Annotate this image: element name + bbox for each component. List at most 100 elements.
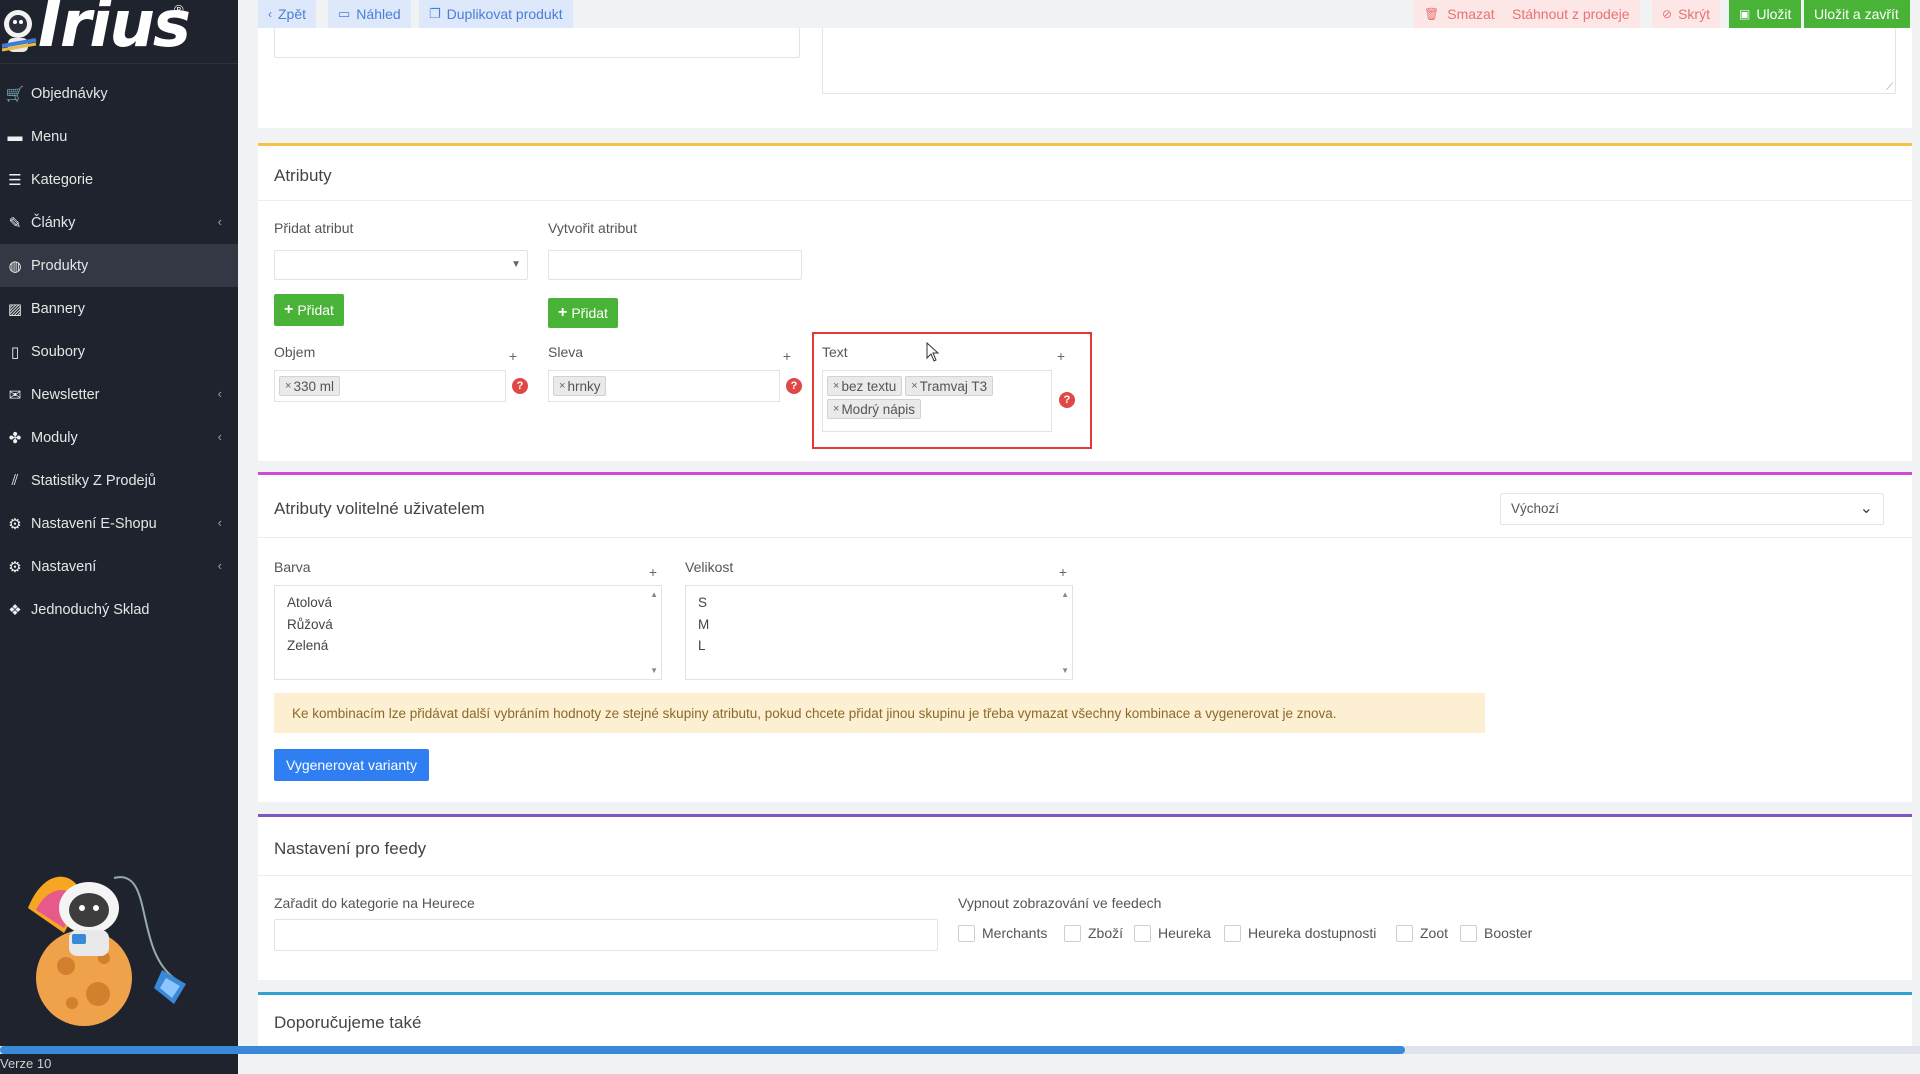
chevron-left-icon: ‹ xyxy=(217,386,222,401)
logo-text: Irius xyxy=(38,0,191,62)
sidebar-item-moduly[interactable]: ✤ Moduly ‹ xyxy=(0,416,238,459)
sidebar-item-nastavení-e-shopu[interactable]: ⚙ Nastavení E-Shopu ‹ xyxy=(0,502,238,545)
plus-icon: + xyxy=(284,301,294,318)
help-icon[interactable]: ? xyxy=(1059,392,1075,408)
heureka-availability-checkbox[interactable] xyxy=(1224,925,1241,942)
text-tag-input[interactable]: × bez textu × Tramvaj T3 × Modrý nápis xyxy=(822,370,1052,432)
sidebar-nav: 🛒 Objednávky ▬ Menu ☰ Kategorie ✎ Články ‹ ◍ Produ… xyxy=(0,72,238,631)
add-text-value-plus-icon[interactable]: + xyxy=(1052,347,1070,365)
merchants-checkbox[interactable] xyxy=(958,925,975,942)
chevron-down-icon: ⌄ xyxy=(1859,500,1873,517)
user-attributes-title: Atributy volitelné uživatelem xyxy=(274,499,485,518)
sidebar-item-soubory[interactable]: ▯ Soubory xyxy=(0,330,238,373)
attribute-group-label-text: Text xyxy=(822,344,848,360)
sidebar-item-nastavení[interactable]: ⚙ Nastavení ‹ xyxy=(0,545,238,588)
list-item[interactable]: L xyxy=(686,635,1072,657)
help-icon[interactable]: ? xyxy=(512,378,528,394)
attribute-tag[interactable]: × 330 ml xyxy=(279,376,340,396)
remove-tag-icon[interactable]: × xyxy=(559,380,565,392)
remove-tag-icon[interactable]: × xyxy=(285,380,291,392)
sidebar-item-kategorie[interactable]: ☰ Kategorie xyxy=(0,158,238,201)
remove-tag-icon[interactable]: × xyxy=(833,380,839,392)
sidebar-item-objednávky[interactable]: 🛒 Objednávky xyxy=(0,72,238,115)
plus-icon: + xyxy=(558,304,568,321)
attributes-title: Atributy xyxy=(274,166,332,185)
create-attribute-button[interactable]: + Přidat xyxy=(548,298,618,328)
attribute-tag[interactable]: × bez textu xyxy=(827,376,903,396)
floppy-icon: ▣ xyxy=(1739,7,1751,21)
add-size-plus-icon[interactable]: + xyxy=(1054,563,1072,581)
add-discount-value-plus-icon[interactable]: + xyxy=(778,347,796,365)
list-item[interactable]: M xyxy=(686,614,1072,636)
heureka-label: Heureka xyxy=(1158,925,1211,941)
add-attribute-select[interactable]: ▼ xyxy=(274,250,528,280)
heureka-checkbox[interactable] xyxy=(1134,925,1151,942)
list-item[interactable]: S xyxy=(686,592,1072,614)
save-button[interactable]: ▣ Uložit xyxy=(1729,0,1802,28)
monitor-icon: ▭ xyxy=(338,6,351,21)
sidebar-item-newsletter[interactable]: ✉ Newsletter ‹ xyxy=(0,373,238,416)
size-label: Velikost xyxy=(685,559,734,575)
add-volume-value-plus-icon[interactable]: + xyxy=(504,347,522,365)
sidebar-item-label: Kategorie xyxy=(31,171,94,188)
sidebar-item-label: Objednávky xyxy=(31,85,108,102)
create-attribute-label: Vytvořit atribut xyxy=(548,220,637,236)
scroll-up-icon[interactable]: ▲ xyxy=(650,590,658,599)
volume-tag-input[interactable]: × 330 ml xyxy=(274,370,506,402)
list-item[interactable]: Atolová xyxy=(275,592,661,614)
merchants-label: Merchants xyxy=(982,925,1048,941)
logo[interactable]: Irius ® xyxy=(0,0,238,64)
attributes-divider xyxy=(258,200,1912,201)
duplicate-product-button[interactable]: ❐ Duplikovat produkt xyxy=(419,0,573,28)
sidebar-item-statistiky-z-prodejů[interactable]: ⫽ Statistiky Z Prodejů xyxy=(0,459,238,502)
back-button[interactable]: ‹ Zpět xyxy=(258,0,317,28)
delete-button[interactable]: 🗑 Smazat xyxy=(1414,0,1505,28)
size-listbox[interactable]: S M L ▲ ▼ xyxy=(685,585,1073,680)
variant-template-select[interactable]: Výchozí ⌄ xyxy=(1500,493,1884,525)
file-icon: ▯ xyxy=(10,343,20,361)
generate-variants-button[interactable]: Vygenerovat varianty xyxy=(274,749,429,781)
list-item[interactable]: Zelená xyxy=(275,635,661,657)
withdraw-from-sale-button[interactable]: Stáhnout z prodeje xyxy=(1502,0,1640,28)
attribute-tag[interactable]: × hrnky xyxy=(553,376,607,396)
sidebar-item-produkty[interactable]: ◍ Produkty xyxy=(0,244,238,287)
zbozi-checkbox[interactable] xyxy=(1064,925,1081,942)
previous-section-textarea[interactable]: ⟋ xyxy=(822,28,1896,94)
remove-tag-icon[interactable]: × xyxy=(911,380,917,392)
add-attribute-button[interactable]: + Přidat xyxy=(274,294,344,326)
save-and-close-button[interactable]: Uložit a zavřít xyxy=(1804,0,1910,28)
pencil-icon: ✎ xyxy=(8,214,22,232)
scroll-down-icon[interactable]: ▼ xyxy=(1061,666,1069,675)
eye-slash-icon: ⊘ xyxy=(1662,7,1673,21)
help-icon[interactable]: ? xyxy=(786,378,802,394)
envelope-icon: ✉ xyxy=(8,386,22,404)
attributes-card: Atributy Přidat atribut ▼ + Přidat Vytvo… xyxy=(258,143,1912,461)
scroll-down-icon[interactable]: ▼ xyxy=(650,666,658,675)
registered-mark: ® xyxy=(174,2,184,17)
recommended-title: Doporučujeme také xyxy=(274,1013,422,1032)
discount-tag-input[interactable]: × hrnky xyxy=(548,370,780,402)
sidebar-item-bannery[interactable]: ▨ Bannery xyxy=(0,287,238,330)
previous-section-input[interactable] xyxy=(274,28,800,58)
zoot-checkbox[interactable] xyxy=(1396,925,1413,942)
attribute-tag[interactable]: × Modrý nápis xyxy=(827,399,921,419)
list-item[interactable]: Růžová xyxy=(275,614,661,636)
sidebar-item-menu[interactable]: ▬ Menu xyxy=(0,115,238,158)
sidebar-item-články[interactable]: ✎ Články ‹ xyxy=(0,201,238,244)
sidebar-item-jednoduchý-sklad[interactable]: ❖ Jednoduchý Sklad xyxy=(0,588,238,631)
color-listbox[interactable]: Atolová Růžová Zelená ▲ ▼ xyxy=(274,585,662,680)
create-attribute-input[interactable] xyxy=(548,250,802,280)
chart-icon: ⫽ xyxy=(11,472,19,489)
sidebar-item-label: Bannery xyxy=(31,300,86,317)
sidebar-item-label: Soubory xyxy=(31,343,86,360)
remove-tag-icon[interactable]: × xyxy=(833,403,839,415)
add-color-plus-icon[interactable]: + xyxy=(644,563,662,581)
hide-button[interactable]: ⊘ Skrýt xyxy=(1652,0,1720,28)
booster-checkbox[interactable] xyxy=(1460,925,1477,942)
cogs-icon: ⚙ xyxy=(8,558,22,576)
scroll-up-icon[interactable]: ▲ xyxy=(1061,590,1069,599)
trash-icon: 🗑 xyxy=(1424,7,1440,21)
preview-button[interactable]: ▭ Náhled xyxy=(328,0,411,28)
attribute-tag[interactable]: × Tramvaj T3 xyxy=(905,376,994,396)
heureka-category-input[interactable] xyxy=(274,919,938,951)
